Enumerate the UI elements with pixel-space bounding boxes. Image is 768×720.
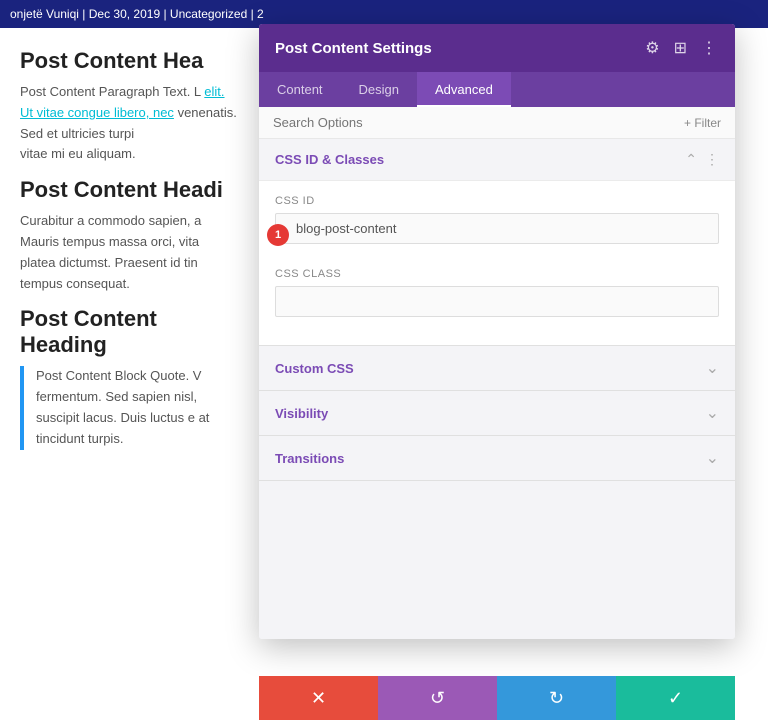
blog-para-2: Curabitur a commodo sapien, a Mauris tem… xyxy=(20,211,240,294)
search-bar: + Filter xyxy=(259,107,735,139)
settings-panel: Post Content Settings ⚙ ⊞ ⋮ Content Desi… xyxy=(259,24,735,639)
columns-icon-button[interactable]: ⊞ xyxy=(672,36,689,60)
chevron-up-icon: ⌃ xyxy=(685,151,697,168)
panel-body: CSS ID & Classes ⌃ ⋮ CSS ID 1 CSS Class … xyxy=(259,139,735,639)
section-css-controls: ⌃ ⋮ xyxy=(685,151,719,168)
section-visibility-title: Visibility xyxy=(275,406,328,421)
css-class-label: CSS Class xyxy=(275,268,719,280)
blog-content: Post Content Hea Post Content Paragraph … xyxy=(0,28,260,482)
cancel-button[interactable]: ✕ xyxy=(259,676,378,720)
section-visibility: Visibility ⌄ xyxy=(259,391,735,436)
css-class-input[interactable] xyxy=(275,286,719,317)
section-transitions: Transitions ⌄ xyxy=(259,436,735,481)
css-id-input[interactable] xyxy=(275,213,719,244)
tab-design[interactable]: Design xyxy=(341,72,417,107)
section-css-header[interactable]: CSS ID & Classes ⌃ ⋮ xyxy=(259,139,735,180)
tabs-bar: Content Design Advanced xyxy=(259,72,735,107)
section-transitions-title: Transitions xyxy=(275,451,344,466)
more-icon-button[interactable]: ⋮ xyxy=(699,36,719,60)
section-css-title: CSS ID & Classes xyxy=(275,152,384,167)
css-id-badge: 1 xyxy=(267,224,289,246)
save-button[interactable]: ✓ xyxy=(616,676,735,720)
blog-heading-1: Post Content Hea xyxy=(20,48,240,74)
undo-button[interactable]: ↺ xyxy=(378,676,497,720)
panel-icon-group: ⚙ ⊞ ⋮ xyxy=(643,36,719,60)
blog-heading-3: Post Content Heading xyxy=(20,306,240,358)
search-input[interactable] xyxy=(273,115,473,130)
chevron-down-icon-transitions: ⌄ xyxy=(706,448,719,468)
more-dots-icon: ⋮ xyxy=(705,151,719,168)
section-custom-css-title: Custom CSS xyxy=(275,361,354,376)
action-bar: ✕ ↺ ↻ ✓ xyxy=(259,676,735,720)
tab-advanced[interactable]: Advanced xyxy=(417,72,511,107)
chevron-down-icon-visibility: ⌄ xyxy=(706,403,719,423)
section-css-id-classes: CSS ID & Classes ⌃ ⋮ CSS ID 1 CSS Class xyxy=(259,139,735,346)
css-id-input-wrap: 1 xyxy=(275,213,719,256)
css-id-label: CSS ID xyxy=(275,195,719,207)
filter-button[interactable]: + Filter xyxy=(684,116,721,130)
blog-para-1: Post Content Paragraph Text. L elit. Ut … xyxy=(20,82,240,165)
section-css-content: CSS ID 1 CSS Class xyxy=(259,180,735,345)
panel-header: Post Content Settings ⚙ ⊞ ⋮ xyxy=(259,24,735,72)
tab-content[interactable]: Content xyxy=(259,72,341,107)
top-bar-text: onjetë Vuniqi | Dec 30, 2019 | Uncategor… xyxy=(10,7,264,21)
chevron-down-icon-custom-css: ⌄ xyxy=(706,358,719,378)
section-custom-css-header[interactable]: Custom CSS ⌄ xyxy=(259,346,735,390)
section-transitions-header[interactable]: Transitions ⌄ xyxy=(259,436,735,480)
settings-icon-button[interactable]: ⚙ xyxy=(643,36,661,60)
blog-heading-2: Post Content Headi xyxy=(20,177,240,203)
section-visibility-header[interactable]: Visibility ⌄ xyxy=(259,391,735,435)
redo-button[interactable]: ↻ xyxy=(497,676,616,720)
section-custom-css: Custom CSS ⌄ xyxy=(259,346,735,391)
panel-title: Post Content Settings xyxy=(275,40,432,57)
blog-blockquote: Post Content Block Quote. V fermentum. S… xyxy=(20,366,240,449)
